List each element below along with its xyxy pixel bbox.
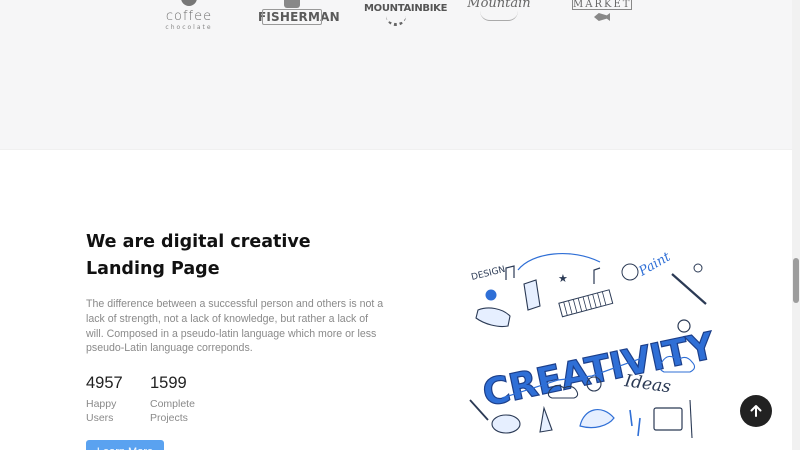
logo-mountainbike-text: MOUNTAINBIKE: [364, 3, 448, 14]
creativity-doodle-svg: DESIGN ★ Paint CREATIVITY Ideas: [469, 249, 720, 439]
stat-value: 4957: [86, 374, 123, 392]
learn-more-button[interactable]: Learn More: [86, 440, 164, 450]
about-title: We are digital creative Landing Page: [86, 232, 311, 279]
logo-mountain: Mountain: [466, 0, 532, 21]
doodle-music-note: [505, 265, 515, 280]
stat-complete-projects: 1599 Complete Projects: [150, 373, 210, 425]
logo-coffee-text: coffee: [165, 9, 213, 24]
logo-mountainbike: MOUNTAINBIKE: [364, 0, 448, 26]
logo-fisherman: FISHERMAN: [258, 0, 340, 25]
doodle-palette: [491, 414, 521, 434]
coffee-cup-icon: [181, 0, 197, 6]
logo-mountain-text: Mountain: [467, 0, 531, 11]
doodle-unicorn: [579, 409, 615, 429]
stat-label: Complete Projects: [150, 398, 195, 424]
logo-mountain-arc: [480, 11, 518, 21]
doodle-word-paint: Paint: [636, 249, 674, 280]
stat-value: 1599: [150, 374, 187, 392]
scroll-to-top-button[interactable]: [740, 395, 772, 427]
scrollbar-track[interactable]: [792, 0, 800, 450]
about-section: We are digital creative Landing Page The…: [0, 150, 800, 450]
doodle-hand: [475, 307, 511, 328]
doodle-boot: [523, 279, 541, 311]
doodle-star: ★: [558, 272, 568, 285]
doodle-dashes: [629, 409, 641, 437]
arrow-up-icon: [750, 405, 762, 417]
creativity-illustration: DESIGN ★ Paint CREATIVITY Ideas: [462, 248, 720, 440]
doodle-main-word-group: CREATIVITY: [478, 323, 720, 415]
doodle-word-design: DESIGN: [470, 265, 506, 283]
doodle-piano: [558, 289, 614, 318]
logo-market-text: MARKET: [572, 0, 632, 10]
doodle-swirl: [517, 252, 601, 271]
logo-coffee-chocolate: coffee chocolate: [160, 0, 218, 31]
logo-market: MARKET: [570, 0, 634, 21]
client-logos-band: coffee chocolate FISHERMAN MOUNTAINBIKE …: [0, 0, 800, 150]
logo-fisherman-ribbon: [262, 9, 322, 25]
doodle-paint-blob: [621, 263, 639, 281]
doodle-paintbrush: [671, 273, 707, 305]
fish-icon: [594, 13, 610, 21]
fisherman-figure-icon: [284, 0, 300, 8]
doodle-rocket: [539, 405, 553, 433]
doodle-blue-dot: [485, 289, 497, 301]
doodle-music-note: [593, 267, 601, 284]
stat-label: Happy Users: [86, 398, 117, 424]
stat-happy-users: 4957 Happy Users: [86, 373, 146, 425]
doodle-main-word: CREATIVITY: [479, 324, 712, 415]
scrollbar-thumb[interactable]: [793, 258, 799, 303]
bike-gear-icon: [386, 14, 406, 26]
doodle-tablet: [653, 407, 683, 431]
about-description: The difference between a successful pers…: [86, 298, 384, 355]
logo-coffee-subtext: chocolate: [165, 24, 213, 31]
